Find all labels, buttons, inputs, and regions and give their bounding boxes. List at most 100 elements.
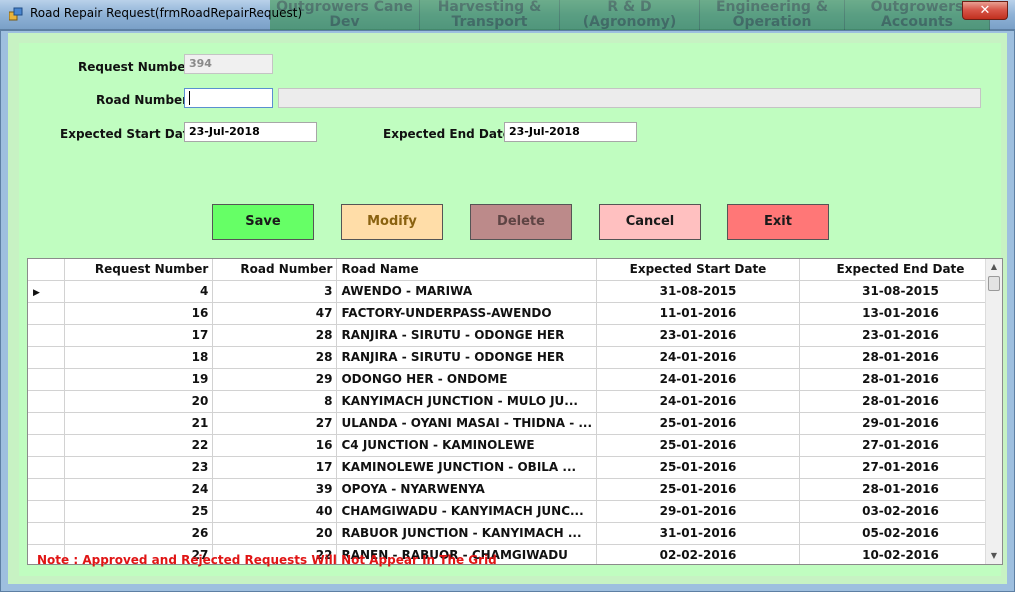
column-header-road-number[interactable]: Road Number — [212, 259, 338, 281]
modify-button[interactable]: Modify — [341, 204, 443, 240]
cell-request-number[interactable]: 23 — [64, 456, 214, 479]
cell-road-name[interactable]: CHAMGIWADU - KANYIMACH JUNC... — [336, 500, 598, 523]
cell-road-name[interactable]: KANYIMACH JUNCTION - MULO JU... — [336, 390, 598, 413]
cell-request-number[interactable]: 22 — [64, 434, 214, 457]
row-selector[interactable] — [28, 434, 66, 457]
table-row[interactable]: 16 47 FACTORY-UNDERPASS-AWENDO 11-01-2016 13… — [28, 302, 1002, 325]
scroll-up-icon[interactable]: ▲ — [986, 259, 1002, 275]
cell-road-name[interactable]: RABUOR JUNCTION - KANYIMACH ... — [336, 522, 598, 545]
cell-expected-end-date[interactable]: 03-02-2016 — [799, 500, 1002, 523]
cell-expected-end-date[interactable]: 29-01-2016 — [799, 412, 1002, 435]
cell-road-number[interactable]: 16 — [212, 434, 338, 457]
row-selector[interactable] — [28, 522, 66, 545]
save-button[interactable]: Save — [212, 204, 314, 240]
cell-request-number[interactable]: 21 — [64, 412, 214, 435]
expected-start-date-picker[interactable]: 23-Jul-2018 — [184, 122, 317, 142]
table-row[interactable]: 24 39 OPOYA - NYARWENYA 25-01-2016 28-01-201… — [28, 478, 1002, 501]
table-row[interactable]: 18 28 RANJIRA - SIRUTU - ODONGE HER 24-01-2… — [28, 346, 1002, 369]
table-row[interactable]: 25 40 CHAMGIWADU - KANYIMACH JUNC... 29-01-… — [28, 500, 1002, 523]
column-header-road-name[interactable]: Road Name — [336, 259, 598, 281]
cell-request-number[interactable]: 24 — [64, 478, 214, 501]
cell-expected-end-date[interactable]: 28-01-2016 — [799, 368, 1002, 391]
row-selector[interactable] — [28, 346, 66, 369]
cell-request-number[interactable]: 19 — [64, 368, 214, 391]
cell-road-name[interactable]: FACTORY-UNDERPASS-AWENDO — [336, 302, 598, 325]
cell-expected-start-date[interactable]: 24-01-2016 — [596, 390, 800, 413]
cell-road-number[interactable]: 20 — [212, 522, 338, 545]
table-row[interactable]: 19 29 ODONGO HER - ONDOME 24-01-2016 28-01-2… — [28, 368, 1002, 391]
cell-expected-start-date[interactable]: 25-01-2016 — [596, 412, 800, 435]
table-row[interactable]: 26 20 RABUOR JUNCTION - KANYIMACH ... 31-01… — [28, 522, 1002, 545]
exit-button[interactable]: Exit — [727, 204, 829, 240]
grid-vertical-scrollbar[interactable]: ▲ ▼ — [985, 259, 1002, 564]
cell-road-name[interactable]: RANJIRA - SIRUTU - ODONGE HER — [336, 324, 598, 347]
cell-expected-end-date[interactable]: 28-01-2016 — [799, 346, 1002, 369]
delete-button[interactable]: Delete — [470, 204, 572, 240]
table-row[interactable]: ▶ 4 3 AWENDO - MARIWA 31-08-2015 31-08-2015 — [28, 280, 1002, 303]
cell-expected-start-date[interactable]: 02-02-2016 — [596, 544, 800, 564]
cell-request-number[interactable]: 16 — [64, 302, 214, 325]
cell-road-name[interactable]: KAMINOLEWE JUNCTION - OBILA ... — [336, 456, 598, 479]
cell-road-number[interactable]: 29 — [212, 368, 338, 391]
cell-request-number[interactable]: 17 — [64, 324, 214, 347]
row-selector[interactable] — [28, 478, 66, 501]
close-button[interactable]: ✕ — [962, 1, 1008, 20]
column-header-expected-end-date[interactable]: Expected End Date — [799, 259, 1002, 281]
cell-request-number[interactable]: 25 — [64, 500, 214, 523]
row-selector[interactable] — [28, 456, 66, 479]
cell-expected-start-date[interactable]: 29-01-2016 — [596, 500, 800, 523]
cell-road-number[interactable]: 3 — [212, 280, 338, 303]
cell-road-name[interactable]: ULANDA - OYANI MASAI - THIDNA - ... — [336, 412, 598, 435]
cell-road-name[interactable]: ODONGO HER - ONDOME — [336, 368, 598, 391]
cell-expected-start-date[interactable]: 25-01-2016 — [596, 456, 800, 479]
cell-expected-end-date[interactable]: 27-01-2016 — [799, 456, 1002, 479]
scrollbar-thumb[interactable] — [988, 276, 1000, 291]
cell-expected-end-date[interactable]: 28-01-2016 — [799, 478, 1002, 501]
cell-request-number[interactable]: 20 — [64, 390, 214, 413]
table-row[interactable]: 20 8 KANYIMACH JUNCTION - MULO JU... 24-01-… — [28, 390, 1002, 413]
column-header-expected-start-date[interactable]: Expected Start Date — [596, 259, 800, 281]
cell-road-number[interactable]: 8 — [212, 390, 338, 413]
cell-expected-end-date[interactable]: 13-01-2016 — [799, 302, 1002, 325]
cell-request-number[interactable]: 18 — [64, 346, 214, 369]
row-selector[interactable]: ▶ — [28, 280, 66, 303]
cell-road-number[interactable]: 28 — [212, 346, 338, 369]
scroll-down-icon[interactable]: ▼ — [986, 548, 1002, 564]
cell-expected-end-date[interactable]: 31-08-2015 — [799, 280, 1002, 303]
cell-expected-end-date[interactable]: 28-01-2016 — [799, 390, 1002, 413]
row-selector[interactable] — [28, 302, 66, 325]
requests-grid[interactable]: Request Number Road Number Road Name Exp… — [27, 258, 1003, 565]
table-row[interactable]: 21 27 ULANDA - OYANI MASAI - THIDNA - ... 2… — [28, 412, 1002, 435]
cell-expected-start-date[interactable]: 31-08-2015 — [596, 280, 800, 303]
cell-road-name[interactable]: RANJIRA - SIRUTU - ODONGE HER — [336, 346, 598, 369]
expected-end-date-picker[interactable]: 23-Jul-2018 — [504, 122, 637, 142]
row-selector[interactable] — [28, 390, 66, 413]
cell-expected-start-date[interactable]: 31-01-2016 — [596, 522, 800, 545]
row-selector[interactable] — [28, 324, 66, 347]
cell-expected-start-date[interactable]: 25-01-2016 — [596, 434, 800, 457]
cell-expected-start-date[interactable]: 25-01-2016 — [596, 478, 800, 501]
row-selector[interactable] — [28, 500, 66, 523]
cell-road-number[interactable]: 47 — [212, 302, 338, 325]
cell-road-name[interactable]: C4 JUNCTION - KAMINOLEWE — [336, 434, 598, 457]
row-selector[interactable] — [28, 368, 66, 391]
road-number-input[interactable] — [184, 88, 273, 108]
cell-expected-start-date[interactable]: 24-01-2016 — [596, 346, 800, 369]
column-header-request-number[interactable]: Request Number — [64, 259, 214, 281]
cell-request-number[interactable]: 4 — [64, 280, 214, 303]
cancel-button[interactable]: Cancel — [599, 204, 701, 240]
cell-expected-end-date[interactable]: 10-02-2016 — [799, 544, 1002, 564]
cell-road-number[interactable]: 27 — [212, 412, 338, 435]
cell-expected-start-date[interactable]: 23-01-2016 — [596, 324, 800, 347]
cell-road-number[interactable]: 40 — [212, 500, 338, 523]
cell-expected-start-date[interactable]: 24-01-2016 — [596, 368, 800, 391]
cell-expected-start-date[interactable]: 11-01-2016 — [596, 302, 800, 325]
cell-expected-end-date[interactable]: 05-02-2016 — [799, 522, 1002, 545]
row-selector[interactable] — [28, 412, 66, 435]
cell-expected-end-date[interactable]: 27-01-2016 — [799, 434, 1002, 457]
cell-road-name[interactable]: AWENDO - MARIWA — [336, 280, 598, 303]
table-row[interactable]: 22 16 C4 JUNCTION - KAMINOLEWE 25-01-2016 27… — [28, 434, 1002, 457]
cell-road-number[interactable]: 39 — [212, 478, 338, 501]
table-row[interactable]: 23 17 KAMINOLEWE JUNCTION - OBILA ... 25-01… — [28, 456, 1002, 479]
cell-request-number[interactable]: 26 — [64, 522, 214, 545]
